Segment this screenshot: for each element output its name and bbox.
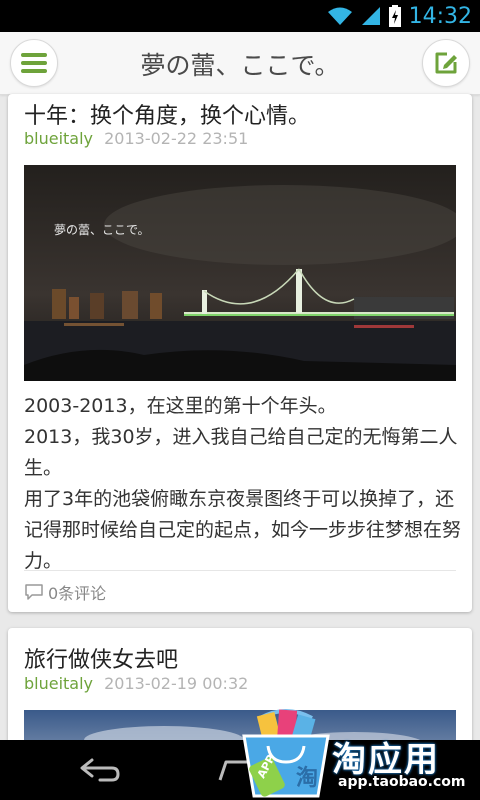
post-card[interactable]: 十年：换个角度，换个心情。 blueitaly 2013-02-22 23:51: [8, 94, 472, 612]
status-bar: 14:32: [0, 0, 480, 32]
body-paragraph: 用了3年的池袋俯瞰东京夜景图终于可以换掉了，还记得那时候给自己定的起点，如今一步…: [24, 488, 462, 572]
shopping-bag-icon: [242, 709, 330, 798]
watermark-url: app.taobao.com: [338, 774, 466, 790]
post-title[interactable]: 旅行做侠女去吧: [24, 642, 178, 674]
compose-button[interactable]: [422, 39, 470, 87]
wifi-icon: [327, 7, 352, 25]
status-time: 14:32: [408, 3, 472, 29]
battery-charging-icon: [388, 5, 401, 27]
comments-link[interactable]: 0条评论: [24, 580, 106, 604]
post-author[interactable]: blueitaly: [24, 674, 93, 693]
post-image[interactable]: 夢の蕾、ここで。: [24, 165, 456, 381]
compose-edit-icon: [435, 52, 457, 74]
body-paragraph: 2013，我30岁，进入我自己给自己定的无悔第二人生。: [24, 426, 458, 479]
back-icon[interactable]: [78, 756, 122, 784]
app-title: 夢の蕾、ここで。: [140, 51, 340, 80]
post-meta: blueitaly 2013-02-22 23:51: [24, 129, 248, 148]
comment-bubble-icon: [25, 584, 43, 600]
watermark-badge-char: 淘: [296, 766, 319, 791]
status-icons: 14:32: [327, 0, 472, 32]
post-date: 2013-02-19 00:32: [104, 674, 249, 693]
body-paragraph: 2003-2013，在这里的第十个年头。: [24, 395, 337, 417]
action-bar: 夢の蕾、ここで。: [0, 32, 480, 95]
post-body: 2003-2013，在这里的第十个年头。 2013，我30岁，进入我自己给自己定…: [24, 391, 464, 577]
card-divider: [24, 570, 456, 571]
post-author[interactable]: blueitaly: [24, 129, 93, 148]
post-title[interactable]: 十年：换个角度，换个心情。: [24, 98, 310, 130]
signal-icon: [361, 7, 380, 25]
night-bridge-photo: [24, 165, 456, 381]
post-date: 2013-02-22 23:51: [104, 129, 249, 148]
image-caption: 夢の蕾、ここで。: [54, 223, 150, 237]
post-meta: blueitaly 2013-02-19 00:32: [24, 674, 248, 693]
comments-count: 0条评论: [48, 584, 107, 603]
